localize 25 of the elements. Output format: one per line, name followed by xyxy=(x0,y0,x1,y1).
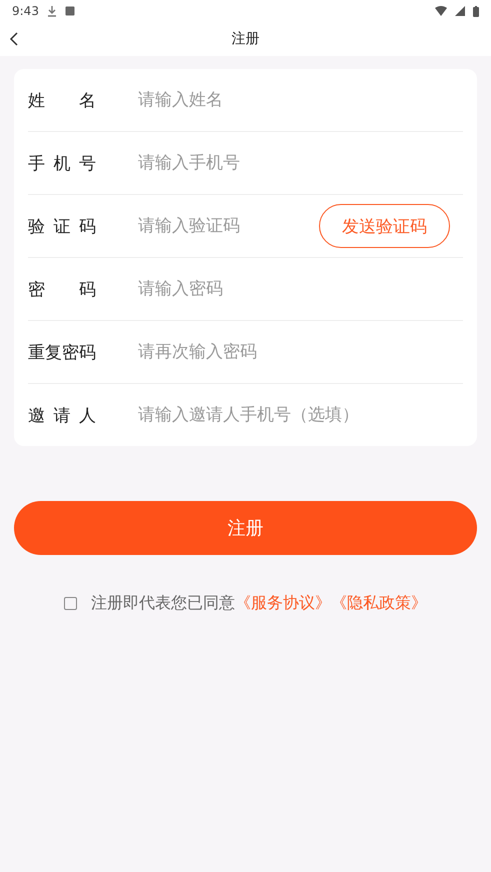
register-button[interactable]: 注册 xyxy=(14,501,477,555)
agreement-checkbox[interactable] xyxy=(64,597,77,610)
input-field[interactable]: 请输入邀请人手机号（选填） xyxy=(138,405,463,425)
notification-icon xyxy=(64,6,75,16)
field-label: 邀请人 xyxy=(28,404,96,426)
policy-link[interactable]: 《服务协议》 xyxy=(235,593,331,614)
input-field[interactable]: 请输入密码 xyxy=(138,279,463,299)
field-label: 重复密码 xyxy=(28,342,96,364)
input-field[interactable]: 请输入姓名 xyxy=(138,90,463,110)
field-label: 手机号 xyxy=(28,152,96,174)
page-title: 注册 xyxy=(232,30,260,48)
battery-icon xyxy=(473,6,479,16)
input-field[interactable]: 请输入手机号 xyxy=(138,153,463,173)
policy-link[interactable]: 《隐私政策》 xyxy=(331,593,427,614)
field-label: 验证码 xyxy=(28,216,96,238)
wifi-icon xyxy=(435,6,447,16)
field-label: 密码 xyxy=(28,278,96,300)
field-label: 姓名 xyxy=(28,90,96,112)
agreement-text: 注册即代表您已同意 xyxy=(91,593,235,614)
download-icon xyxy=(46,5,57,17)
input-field[interactable]: 请输入验证码 xyxy=(138,216,319,236)
signal-icon xyxy=(455,6,465,16)
send-code-button[interactable]: 发送验证码 xyxy=(319,204,450,248)
input-field[interactable]: 请再次输入密码 xyxy=(138,342,463,362)
status-time: 9:43 xyxy=(12,4,39,18)
